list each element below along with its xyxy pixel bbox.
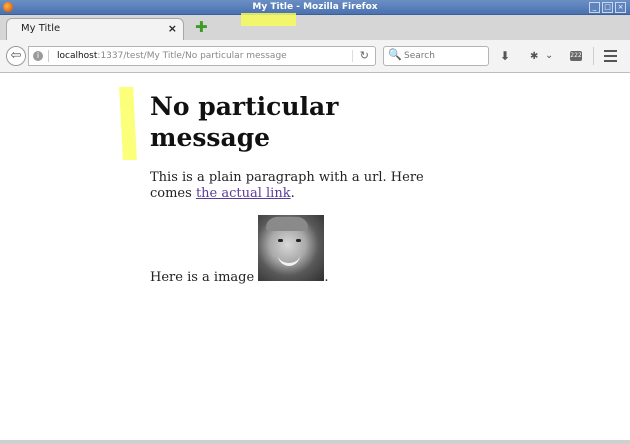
window-controls: _ □ × xyxy=(589,2,626,13)
paragraph-image: Here is a image . xyxy=(150,215,450,286)
globe-icon[interactable]: i xyxy=(33,51,43,61)
paragraph-url-end: . xyxy=(290,186,295,201)
search-placeholder: Search xyxy=(404,51,435,61)
tab-label: My Title xyxy=(21,23,61,34)
url-separator xyxy=(48,50,49,62)
keyboard-icon[interactable]: 222 xyxy=(570,51,582,61)
search-input[interactable]: 🔍 Search xyxy=(383,46,489,66)
paragraph-image-text: Here is a image xyxy=(150,270,259,285)
tab-my-title[interactable]: My Title × xyxy=(6,18,184,40)
title-highlight-mark xyxy=(241,13,296,26)
url-host: localhost xyxy=(57,51,98,61)
window-titlebar: My Title - Mozilla Firefox _ □ × xyxy=(0,0,630,15)
reload-icon[interactable]: ↻ xyxy=(360,49,369,62)
reload-separator xyxy=(352,50,353,62)
maximize-button[interactable]: □ xyxy=(602,2,613,13)
addon-icon[interactable]: ✱ xyxy=(530,51,538,62)
actual-link[interactable]: the actual link xyxy=(196,186,291,201)
tab-strip: My Title × ✚ xyxy=(0,15,630,40)
url-path: :1337/test/My Title/No particular messag… xyxy=(97,51,287,61)
back-arrow-icon[interactable]: ⇦ xyxy=(6,46,26,66)
download-icon[interactable]: ⬇ xyxy=(500,49,510,63)
navigation-toolbar: ⇦ i localhost:1337/test/My Title/No part… xyxy=(0,40,630,73)
paragraph-url: This is a plain paragraph with a url. He… xyxy=(150,170,450,202)
minimize-button[interactable]: _ xyxy=(589,2,600,13)
hamburger-menu-icon[interactable] xyxy=(604,50,617,65)
toolbar-separator xyxy=(593,47,594,65)
page-content: No particular message This is a plain pa… xyxy=(0,13,630,441)
heading-highlight-mark xyxy=(119,87,137,160)
search-icon: 🔍 xyxy=(388,48,402,61)
url-bar[interactable]: i localhost:1337/test/My Title/No partic… xyxy=(28,46,376,66)
close-window-button[interactable]: × xyxy=(615,2,626,13)
url-text[interactable]: localhost:1337/test/My Title/No particul… xyxy=(57,50,287,62)
new-tab-icon[interactable]: ✚ xyxy=(195,20,208,35)
page-heading: No particular message xyxy=(150,92,339,152)
portrait-image xyxy=(258,215,325,281)
window-bottom-border xyxy=(0,440,630,444)
window-title: My Title - Mozilla Firefox xyxy=(252,2,378,12)
paragraph-image-end: . xyxy=(324,270,329,285)
chevron-down-icon[interactable]: ⌄ xyxy=(545,50,553,61)
close-icon[interactable]: × xyxy=(168,22,177,35)
